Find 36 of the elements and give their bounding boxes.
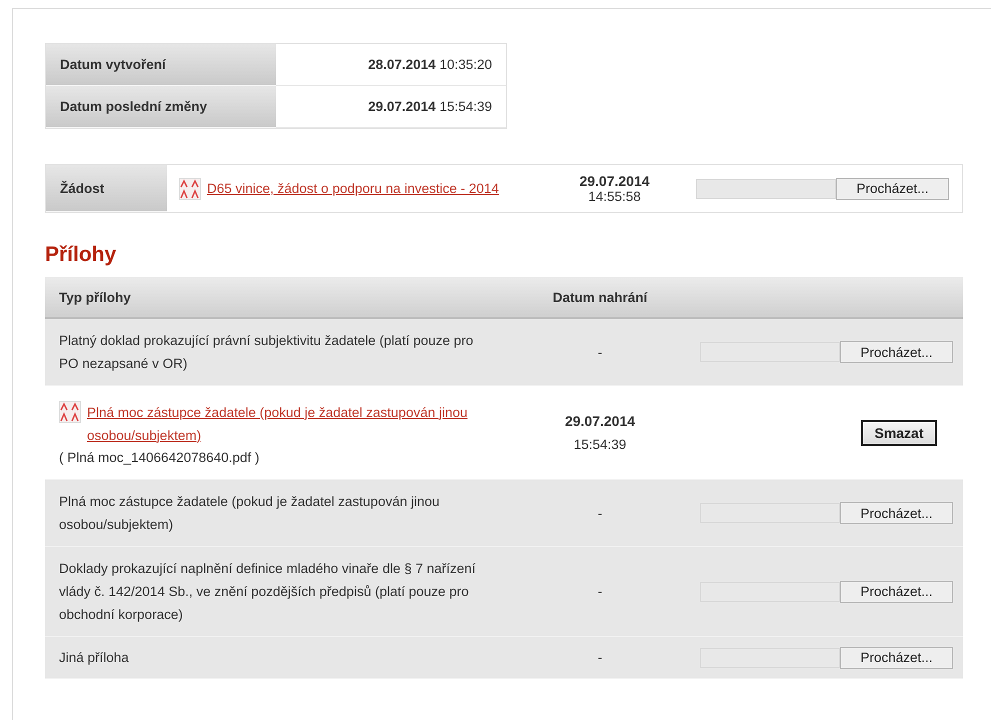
delete-button[interactable]: Smazat bbox=[861, 420, 937, 446]
field-label: Žádost bbox=[46, 165, 167, 212]
browse-button[interactable]: Procházet... bbox=[840, 646, 953, 668]
file-name: ( Plná moc_1406642078640.pdf ) bbox=[59, 450, 260, 464]
upload-date: - bbox=[596, 506, 604, 520]
attachment-type: Platný doklad prokazující právní subjektivitu žadatele (platí pouze pro PO nezapsané v OR) bbox=[58, 332, 474, 373]
field-label: Datum poslední změny bbox=[46, 86, 276, 128]
attachment-type: Plná moc zástupce žadatele (pokud je žadatel zastupován jinou osobou/subjektem) bbox=[58, 493, 440, 534]
attachment-type: Doklady prokazující naplnění definice mladého vinaře dle § 7 nařízení vlády č. 142/2014 Sb., ve znění pozdějších předpisů (platí pouze pro obchodní korporace) bbox=[58, 560, 477, 624]
date-value: 28.07.2014 10:35:20 bbox=[276, 44, 506, 86]
document-link[interactable]: Plná moc zástupce žadatele (pokud je žadatel zastupován jinou osobou/subjektem) bbox=[87, 400, 500, 446]
column-header: Datum nahrání bbox=[552, 290, 648, 304]
file-path-field[interactable] bbox=[700, 342, 840, 362]
file-path-field[interactable] bbox=[700, 648, 840, 668]
upload-date: - bbox=[596, 584, 604, 599]
upload-time: 14:55:58 bbox=[588, 189, 641, 204]
upload-time: 15:54:39 bbox=[574, 437, 626, 452]
column-header: Typ přílohy bbox=[58, 290, 132, 304]
upload-date: 29.07.2014 bbox=[564, 413, 636, 429]
document-link[interactable]: D65 vinice, žádost o podporu na investice - 2014 bbox=[207, 177, 499, 200]
date-value: 29.07.2014 15:54:39 bbox=[276, 86, 506, 128]
pdf-icon bbox=[179, 178, 201, 200]
section-heading: Přílohy bbox=[45, 243, 118, 267]
browse-button[interactable]: Procházet... bbox=[840, 580, 953, 602]
browse-button[interactable]: Procházet... bbox=[840, 502, 953, 524]
upload-date: 29.07.2014 bbox=[579, 173, 650, 189]
file-path-field[interactable] bbox=[700, 582, 840, 602]
file-path-field[interactable] bbox=[700, 503, 840, 523]
pdf-icon bbox=[59, 400, 81, 422]
field-label: Datum vytvoření bbox=[46, 44, 276, 86]
upload-date: - bbox=[596, 344, 604, 360]
file-path-field[interactable] bbox=[696, 178, 836, 198]
browse-button[interactable]: Procházet... bbox=[840, 341, 953, 363]
attachment-type: Jiná příloha bbox=[58, 649, 130, 667]
upload-date: - bbox=[596, 650, 604, 665]
browse-button[interactable]: Procházet... bbox=[836, 178, 949, 200]
